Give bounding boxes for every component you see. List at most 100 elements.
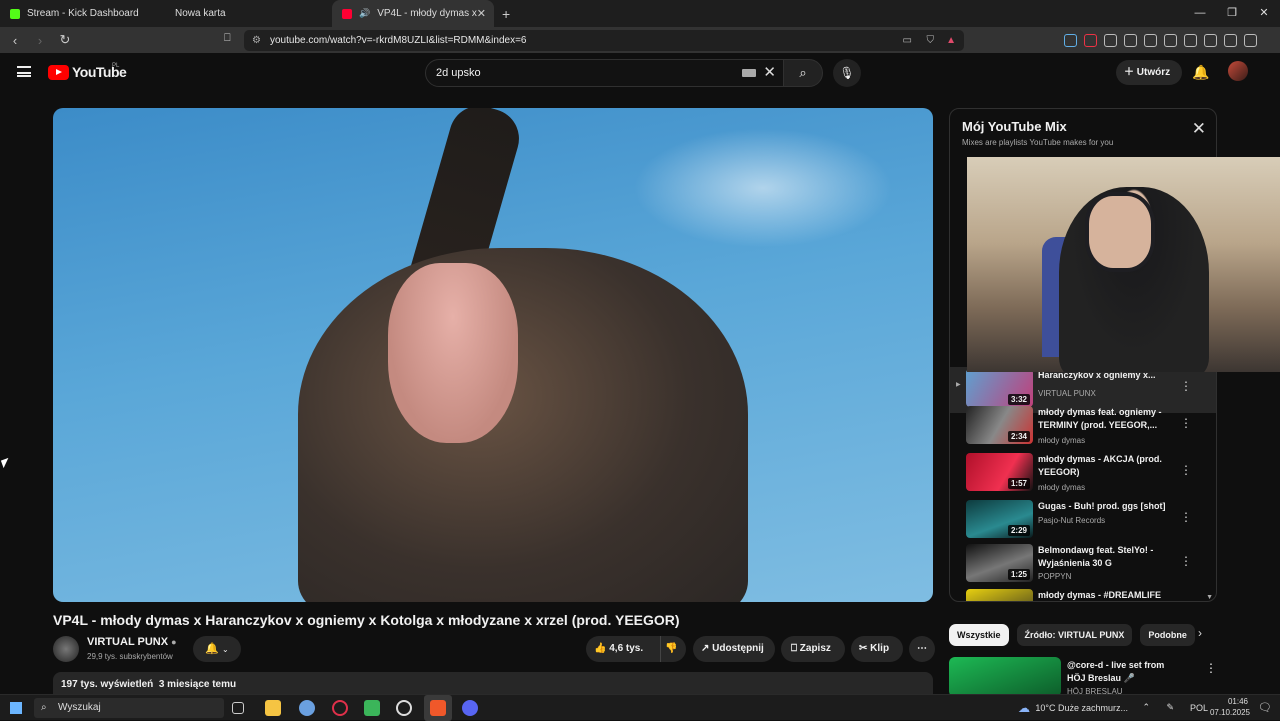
recommended-video[interactable]: @core-d - live set from HÖJ Breslau 🎤 HÖ… [949,657,1249,697]
bookmark-icon[interactable]: ⎕ [224,32,231,45]
window-controls: — ❐ ✕ [1184,0,1280,27]
taskbar-search[interactable]: ⌕ Wyszukaj [34,698,224,718]
extensions-area [1064,27,1257,53]
windows-start-icon[interactable] [10,702,22,714]
app-icon[interactable] [299,700,315,716]
brave-shield-icon[interactable]: ⛉ [927,30,935,51]
file-explorer-icon[interactable] [265,700,281,716]
save-button[interactable]: ⎕ Zapisz [781,636,845,662]
vpn-icon[interactable] [1224,33,1237,47]
restore-icon[interactable]: ❐ [1216,0,1248,27]
pen-icon[interactable]: ✎ [1166,702,1174,713]
voice-search-button[interactable]: 🎙 [833,59,861,87]
more-actions-button[interactable]: ⋯ [909,636,935,662]
search-placeholder: Wyszukaj [58,702,101,713]
user-avatar[interactable] [1228,61,1248,81]
windows-taskbar: ⌕ Wyszukaj ☁ 10°C Duże zachmurz... ⌃ ✎ P… [0,694,1280,721]
forward-icon[interactable]: › [30,33,50,48]
item-channel: Pasjo-Nut Records [1038,516,1106,525]
sidebar-icon[interactable] [1164,33,1177,47]
rec-menu-icon[interactable]: ⋮ [1205,661,1217,675]
weather-text[interactable]: 10°C Duże zachmurz... [1035,703,1128,713]
chevron-right-icon[interactable]: › [1198,626,1202,640]
media-icon[interactable] [1144,33,1157,47]
scroll-down-icon[interactable]: ▼ [1206,594,1213,601]
extension-icon[interactable] [1064,33,1077,47]
input-language[interactable]: POL [1190,703,1208,713]
notifications-bell-icon[interactable]: 🔔 [1192,64,1209,81]
brave-icon[interactable] [424,695,452,721]
back-icon[interactable]: ‹ [5,33,25,48]
video-title: VP4L - młody dymas x Haranczykov x ognie… [53,612,680,628]
leo-ai-icon[interactable] [1204,33,1217,47]
item-menu-icon[interactable]: ⋮ [1180,379,1192,393]
obs-icon[interactable] [396,700,412,716]
playlist-item[interactable]: 2:34 młody dymas feat. ogniemy - TERMINY… [950,404,1216,450]
tray-chevron-icon[interactable]: ⌃ [1142,702,1150,713]
url-field[interactable]: ⚙ youtube.com/watch?v=-rkrdM8UZLI&list=R… [244,30,964,51]
audio-playing-icon[interactable]: 🔊 [359,8,370,19]
clock-time[interactable]: 01:46 [1228,697,1248,706]
extensions-puzzle-icon[interactable] [1124,33,1137,47]
mouse-cursor-icon [0,457,12,469]
create-button[interactable]: ＋ Utwórz [1116,60,1182,85]
tab-new[interactable]: Nowa karta [165,0,330,27]
menu-icon[interactable] [1244,33,1257,47]
brave-rewards-icon[interactable]: ▲ [946,30,956,51]
weather-icon[interactable]: ☁ [1018,701,1030,715]
playlist-item[interactable]: 2:29 Gugas - Buh! prod. ggs [shot] Pasjo… [950,498,1216,544]
item-menu-icon[interactable]: ⋮ [1180,510,1192,524]
cast-icon[interactable]: ▭ [903,30,912,51]
discord-icon[interactable] [462,700,478,716]
close-panel-icon[interactable]: ✕ [1192,119,1206,139]
reload-icon[interactable]: ↻ [55,32,75,48]
notifications-icon[interactable]: 🗨 [1258,701,1272,714]
minimize-icon[interactable]: — [1184,0,1216,27]
item-menu-icon[interactable]: ⋮ [1180,416,1192,430]
channel-avatar[interactable] [53,636,79,662]
wallet-icon[interactable] [1184,33,1197,47]
site-info-icon[interactable]: ⚙ [252,30,261,51]
new-tab-button[interactable]: + [502,6,510,22]
extension-icon[interactable] [1104,33,1117,47]
clock-date[interactable]: 07.10.2025 [1210,708,1250,717]
item-menu-icon[interactable]: ⋮ [1180,463,1192,477]
hamburger-menu-icon[interactable] [17,66,31,77]
close-tab-icon[interactable]: ✕ [477,7,486,20]
tab-kick-dashboard[interactable]: Stream - Kick Dashboard [0,0,165,27]
mix-subtitle: Mixes are playlists YouTube makes for yo… [962,138,1114,147]
subscription-bell-button[interactable]: 🔔 ⌄ [193,636,241,662]
search-icon: ⌕ [799,65,807,80]
video-player[interactable] [53,108,933,602]
keyboard-icon[interactable] [742,69,756,77]
app-icon[interactable] [364,700,380,716]
playlist-item[interactable]: młody dymas - #DREAMLIFE [950,587,1216,601]
extension-icon[interactable] [1084,33,1097,47]
chip-all[interactable]: Wszystkie [949,624,1009,646]
playlist-item[interactable]: 1:25 Belmondawg feat. StelYo! - Wyjaśnie… [950,542,1216,588]
search-input[interactable]: 2d upsko ✕ [425,59,785,87]
tab-youtube-video[interactable]: 🔊 VP4L - młody dymas x Haran ✕ [332,0,494,27]
playlist-item[interactable]: 1:57 młody dymas - AKCJA (prod. YEEGOR) … [950,451,1216,497]
mix-title: Mój YouTube Mix [962,119,1067,134]
chip-source[interactable]: Źródło: VIRTUAL PUNX [1016,624,1133,646]
like-button[interactable]: 👍 4,6 tys. [594,636,643,662]
dislike-button[interactable]: 👎 [660,636,677,662]
chip-related[interactable]: Podobne [1140,624,1195,646]
like-dislike-group: 👍 4,6 tys. 👎 [586,636,686,662]
youtube-logo[interactable]: YouTube PL [48,63,127,80]
create-label: Utwórz [1136,67,1171,78]
close-window-icon[interactable]: ✕ [1248,0,1280,27]
task-view-icon[interactable] [232,702,244,714]
search-button[interactable]: ⌕ [783,59,823,87]
item-menu-icon[interactable]: ⋮ [1180,554,1192,568]
thumbnail: 3:32 [966,369,1033,407]
channel-name[interactable]: VIRTUAL PUNX ● [87,636,177,648]
share-button[interactable]: ↗ Udostępnij [693,636,775,662]
url-text: youtube.com/watch?v=-rkrdM8UZLI&list=RDM… [270,35,527,46]
clear-search-icon[interactable]: ✕ [763,60,776,86]
item-channel: VIRTUAL PUNX [1038,389,1096,398]
clip-button[interactable]: ✂ Klip [851,636,903,662]
thumbnail: 1:57 [966,453,1033,491]
opera-gx-icon[interactable] [332,700,348,716]
